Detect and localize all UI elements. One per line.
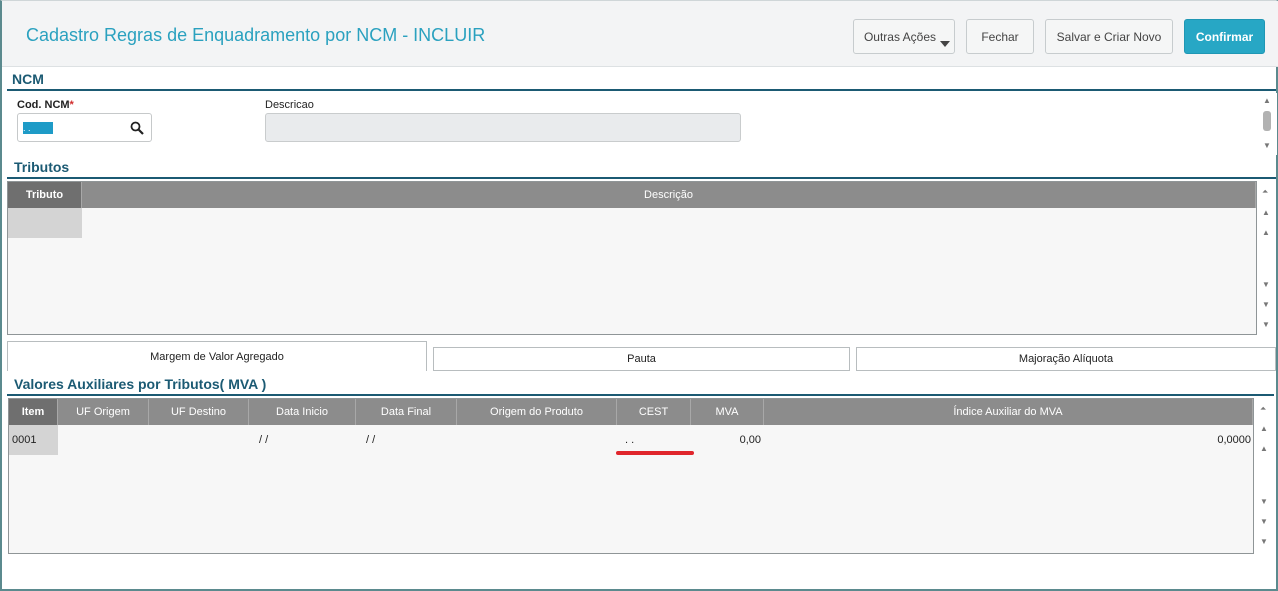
- col-data-inicio[interactable]: Data Inicio: [249, 399, 356, 425]
- scroll-up-icon[interactable]: ▲: [1262, 228, 1270, 238]
- confirmar-button[interactable]: Confirmar: [1184, 19, 1265, 54]
- col-item[interactable]: Item: [9, 399, 58, 425]
- tributos-section-title: Tributos: [14, 159, 70, 175]
- ncm-scrollbar[interactable]: ▲ ▼: [1259, 93, 1277, 155]
- fechar-button[interactable]: Fechar: [966, 19, 1034, 54]
- mva-grid: Item UF Origem UF Destino Data Inicio Da…: [8, 398, 1254, 554]
- app-window: Cadastro Regras de Enquadramento por NCM…: [0, 0, 1278, 591]
- descricao-label: Descricao: [265, 99, 314, 111]
- search-icon[interactable]: [130, 121, 144, 135]
- tributos-scrollbar[interactable]: ⏶ ▲ ▲ ▼ ▼ ▼: [1258, 182, 1276, 334]
- tab-margem-valor-agregado[interactable]: Margem de Valor Agregado: [7, 341, 427, 371]
- col-indice-auxiliar[interactable]: Índice Auxiliar do MVA: [764, 399, 1253, 425]
- scroll-thumb[interactable]: [1263, 111, 1271, 131]
- tab-majoracao-aliquota[interactable]: Majoração Alíquota: [856, 347, 1276, 371]
- chevron-down-icon: [940, 41, 950, 47]
- col-cest[interactable]: CEST: [617, 399, 691, 425]
- col-data-final[interactable]: Data Final: [356, 399, 457, 425]
- col-origem-produto[interactable]: Origem do Produto: [457, 399, 617, 425]
- cod-ncm-label-text: Cod. NCM: [17, 99, 70, 111]
- page-title: Cadastro Regras de Enquadramento por NCM…: [26, 25, 486, 45]
- row-data-inicio: / /: [259, 434, 269, 446]
- descricao-input: [265, 113, 741, 142]
- row-mva: 0,00: [739, 434, 761, 446]
- scroll-bottom-icon[interactable]: ▼: [1262, 320, 1270, 330]
- tributos-grid: Tributo Descrição: [7, 181, 1257, 335]
- mva-grid-header: Item UF Origem UF Destino Data Inicio Da…: [9, 399, 1253, 425]
- ncm-section-title: NCM: [12, 71, 44, 87]
- row-data-final: / /: [366, 434, 376, 446]
- row-indice: 0,0000: [1217, 434, 1251, 446]
- outras-acoes-label: Outras Ações: [863, 29, 937, 44]
- scroll-top-icon[interactable]: ⏶: [1262, 187, 1268, 197]
- row-item: 0001: [12, 434, 37, 446]
- row-cest: . .: [625, 434, 635, 446]
- tributos-divider: [7, 177, 1276, 179]
- tributos-grid-header: Tributo Descrição: [8, 182, 1256, 208]
- scroll-page-up-icon[interactable]: ▲: [1260, 424, 1268, 434]
- scroll-up-icon[interactable]: ▲: [1263, 96, 1271, 106]
- cod-ncm-input[interactable]: . .: [17, 113, 152, 142]
- ncm-divider: [7, 89, 1276, 91]
- scroll-page-down-icon[interactable]: ▼: [1260, 517, 1268, 527]
- scroll-page-up-icon[interactable]: ▲: [1262, 208, 1270, 218]
- mva-scrollbar[interactable]: ⏶ ▲ ▲ ▼ ▼ ▼: [1256, 399, 1274, 553]
- col-uf-origem[interactable]: UF Origem: [58, 399, 149, 425]
- scroll-down-icon[interactable]: ▼: [1263, 141, 1271, 151]
- scroll-down-icon[interactable]: ▼: [1262, 280, 1270, 290]
- tributo-empty-cell[interactable]: [8, 208, 82, 238]
- cod-ncm-label: Cod. NCM*: [17, 99, 74, 111]
- scroll-up-icon[interactable]: ▲: [1260, 444, 1268, 454]
- col-descricao[interactable]: Descrição: [82, 182, 1256, 208]
- salvar-criar-novo-button[interactable]: Salvar e Criar Novo: [1045, 19, 1173, 54]
- col-tributo[interactable]: Tributo: [8, 182, 82, 208]
- cod-ncm-value: . .: [23, 122, 53, 134]
- scroll-down-icon[interactable]: ▼: [1260, 497, 1268, 507]
- page-header: Cadastro Regras de Enquadramento por NCM…: [2, 1, 1278, 67]
- scroll-bottom-icon[interactable]: ▼: [1260, 537, 1268, 547]
- required-mark: *: [69, 99, 74, 111]
- col-mva[interactable]: MVA: [691, 399, 764, 425]
- scroll-page-down-icon[interactable]: ▼: [1262, 300, 1270, 310]
- scroll-top-icon[interactable]: ⏶: [1260, 404, 1266, 414]
- col-uf-destino[interactable]: UF Destino: [149, 399, 249, 425]
- mva-section-title: Valores Auxiliares por Tributos( MVA ): [14, 376, 267, 392]
- cest-annotation-underline: [616, 451, 694, 455]
- mva-divider: [7, 394, 1274, 396]
- tab-pauta[interactable]: Pauta: [433, 347, 850, 371]
- outras-acoes-button[interactable]: Outras Ações: [853, 19, 955, 54]
